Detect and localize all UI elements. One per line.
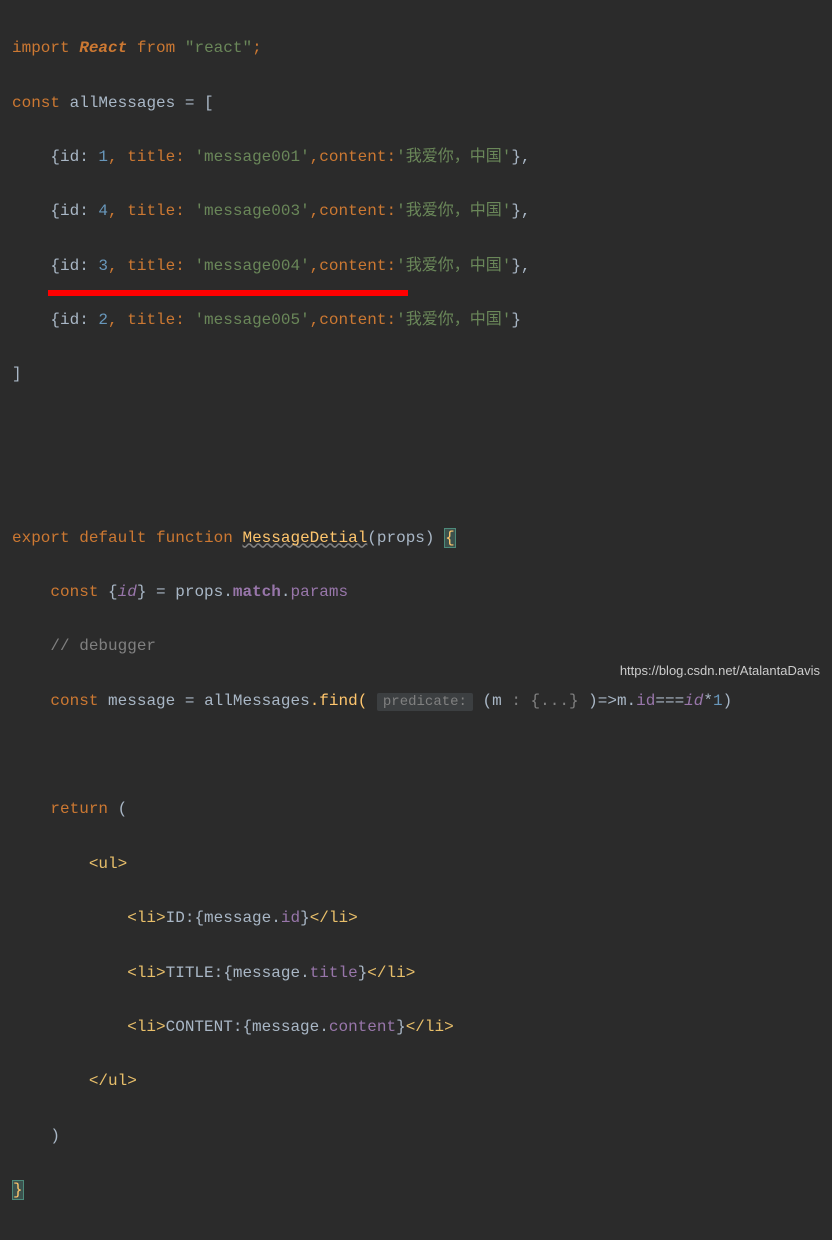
code-line: </ul> [0, 1068, 832, 1095]
code-line [0, 742, 832, 769]
code-line: import React from "react"; [0, 35, 832, 62]
code-line: <li>CONTENT:{message.content}</li> [0, 1014, 832, 1041]
string-literal: "react" [185, 39, 252, 57]
code-line: <ul> [0, 851, 832, 878]
code-line: {id: 3, title: 'message004',content:'我爱你… [0, 253, 832, 280]
identifier-react: React [79, 39, 127, 57]
highlight-underline [48, 290, 408, 296]
parameter-hint: predicate: [377, 693, 473, 711]
code-line: ] [0, 361, 832, 388]
operator: = [ [175, 94, 213, 112]
jsx-tag: <ul> [89, 855, 127, 873]
code-line: // debugger [0, 633, 832, 660]
code-line: ) [0, 1123, 832, 1150]
comment: // debugger [12, 637, 156, 655]
brace-open: { [444, 528, 456, 548]
code-line [0, 416, 832, 443]
code-line: const {id} = props.match.params [0, 579, 832, 606]
variable: allMessages [70, 94, 176, 112]
code-editor[interactable]: import React from "react"; const allMess… [0, 0, 832, 1239]
code-line: } [0, 1177, 832, 1204]
code-line: export default function MessageDetial(pr… [0, 525, 832, 552]
code-line: {id: 4, title: 'message003',content:'我爱你… [0, 198, 832, 225]
brace-close: } [12, 1180, 24, 1200]
semicolon: ; [252, 39, 262, 57]
keyword-import: import [12, 39, 70, 57]
keyword-const: const [12, 94, 60, 112]
keyword-from: from [137, 39, 175, 57]
watermark-text: https://blog.csdn.net/AtalantaDavis [620, 663, 820, 678]
code-line: return ( [0, 796, 832, 823]
code-line: <li>TITLE:{message.title}</li> [0, 960, 832, 987]
code-line: {id: 1, title: 'message001',content:'我爱你… [0, 144, 832, 171]
jsx-tag: </ul> [89, 1072, 137, 1090]
code-line: const allMessages = [ [0, 90, 832, 117]
code-line: <li>ID:{message.id}</li> [0, 905, 832, 932]
code-line: {id: 2, title: 'message005',content:'我爱你… [0, 307, 832, 334]
code-line [0, 470, 832, 497]
function-name: MessageDetial [242, 529, 367, 547]
code-line: const message = allMessages.find( predic… [0, 688, 832, 715]
